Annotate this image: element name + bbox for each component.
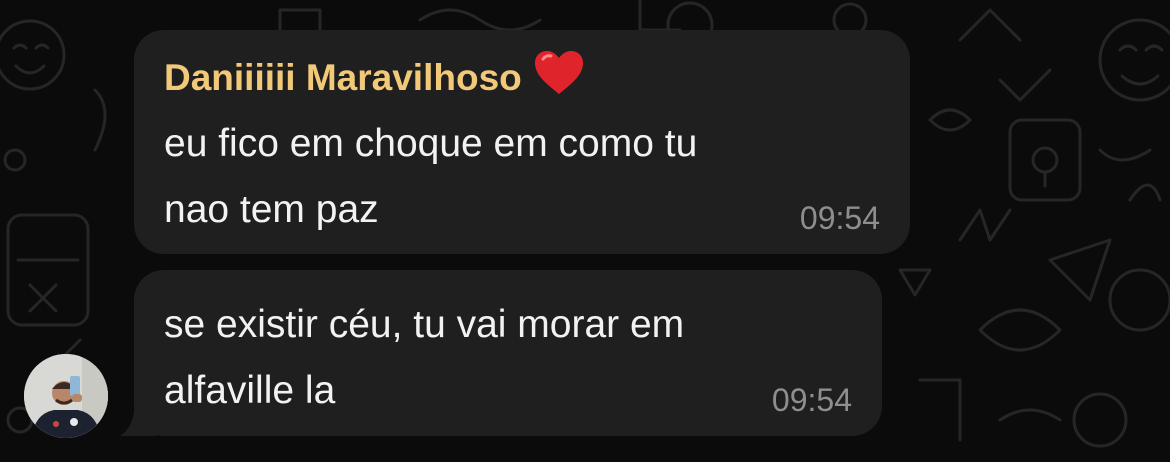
sender-avatar[interactable] [24,354,108,438]
message-bubble[interactable]: se existir céu, tu vai morar em alfavill… [134,270,882,436]
message-text: eu fico em choque em como tu nao tem paz [164,122,698,231]
sender-name-text: Daniiiiii Maravilhoso [164,57,522,98]
message-bubble[interactable]: Daniiiiii Maravilhoso eu fico em choque … [134,30,910,254]
message-timestamp: 09:54 [799,200,880,236]
sender-name[interactable]: Daniiiiii Maravilhoso [164,50,880,107]
message-timestamp: 09:54 [771,382,852,418]
message-text: se existir céu, tu vai morar em alfavill… [164,303,685,412]
heart-emoji-icon [534,50,584,107]
